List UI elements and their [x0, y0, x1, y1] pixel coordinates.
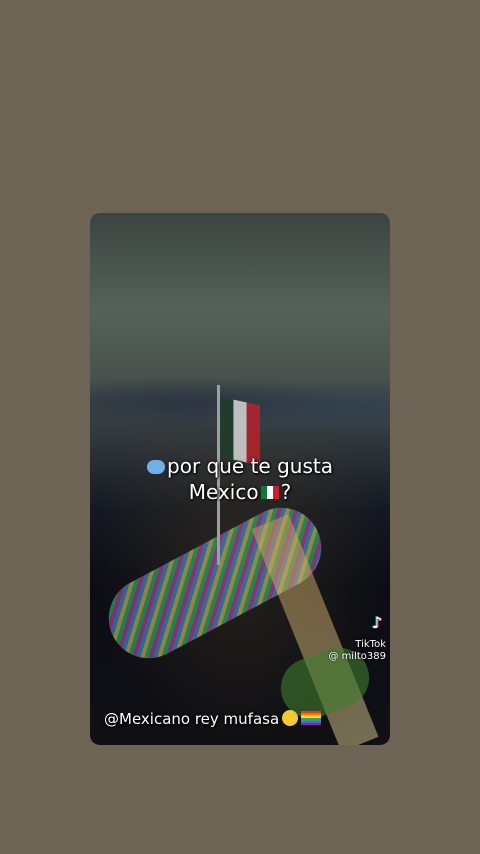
pleading-face-icon	[282, 710, 299, 726]
watermark-brand: TikTok	[355, 639, 386, 650]
handle-text: @Mexicano rey mufasa	[104, 710, 280, 728]
mexico-flag-icon	[260, 486, 279, 499]
tiktok-watermark: TikTok @ milto389	[328, 617, 386, 663]
creator-handle: @Mexicano rey mufasa	[104, 710, 322, 728]
rainbow-flag-icon	[301, 711, 322, 725]
speech-bubble-icon	[147, 460, 166, 474]
video-frame[interactable]: por que te gusta Mexico? TikTok @ milto3…	[90, 213, 390, 745]
tiktok-logo-icon	[370, 617, 386, 635]
caption-question-mark: ?	[280, 480, 292, 504]
caption-line-2: Mexico	[188, 480, 259, 504]
watermark-user: @ milto389	[328, 651, 386, 662]
video-caption: por que te gusta Mexico?	[90, 453, 390, 505]
caption-line-1: por que te gusta	[167, 454, 333, 478]
